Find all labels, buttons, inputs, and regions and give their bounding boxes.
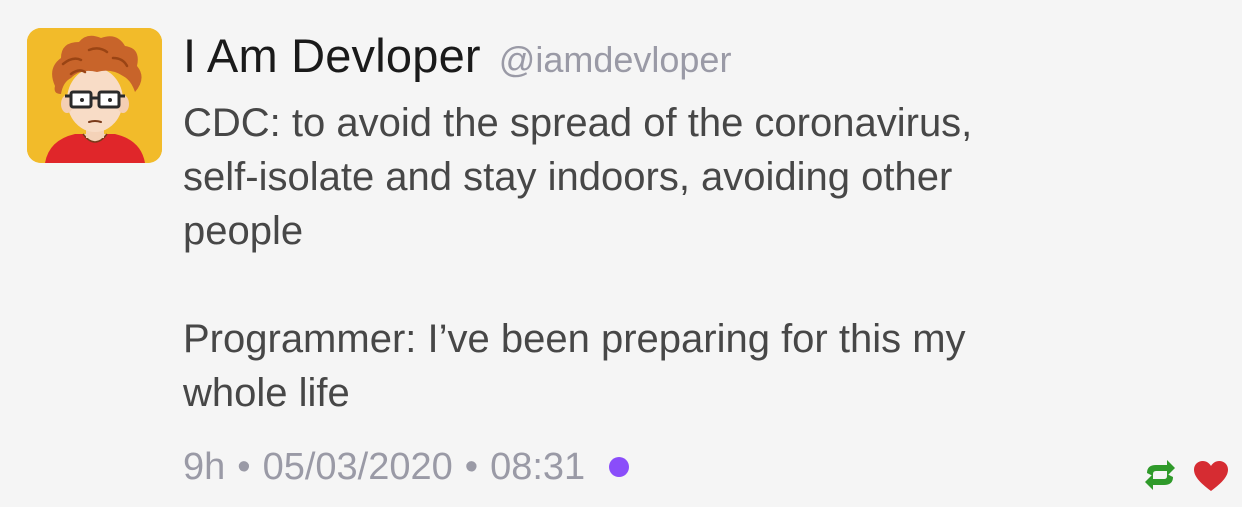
meta-separator: • — [464, 445, 479, 488]
author-display-name[interactable]: I Am Devloper — [183, 28, 481, 83]
author-handle[interactable]: @iamdevloper — [499, 39, 732, 81]
retweet-icon[interactable] — [1141, 458, 1179, 492]
heart-icon[interactable] — [1193, 460, 1229, 492]
tweet-text: CDC: to avoid the spread of the coronavi… — [183, 96, 1183, 420]
tweet-date: 05/03/2020 — [262, 445, 453, 488]
tweet-paragraph: CDC: to avoid the spread of the coronavi… — [183, 101, 973, 253]
author-row: I Am Devloper @iamdevloper — [183, 28, 731, 90]
tweet-meta: 9h • 05/03/2020 • 08:31 — [183, 441, 630, 493]
avatar[interactable] — [27, 28, 162, 163]
tweet-card: I Am Devloper @iamdevloper CDC: to avoid… — [0, 0, 1242, 507]
meta-separator: • — [237, 445, 251, 488]
cartoon-programmer-avatar-icon — [27, 28, 162, 163]
relative-time: 9h — [183, 445, 226, 488]
status-dot — [609, 457, 630, 477]
tweet-time: 08:31 — [490, 445, 586, 488]
tweet-paragraph: Programmer: I’ve been preparing for this… — [183, 317, 966, 415]
